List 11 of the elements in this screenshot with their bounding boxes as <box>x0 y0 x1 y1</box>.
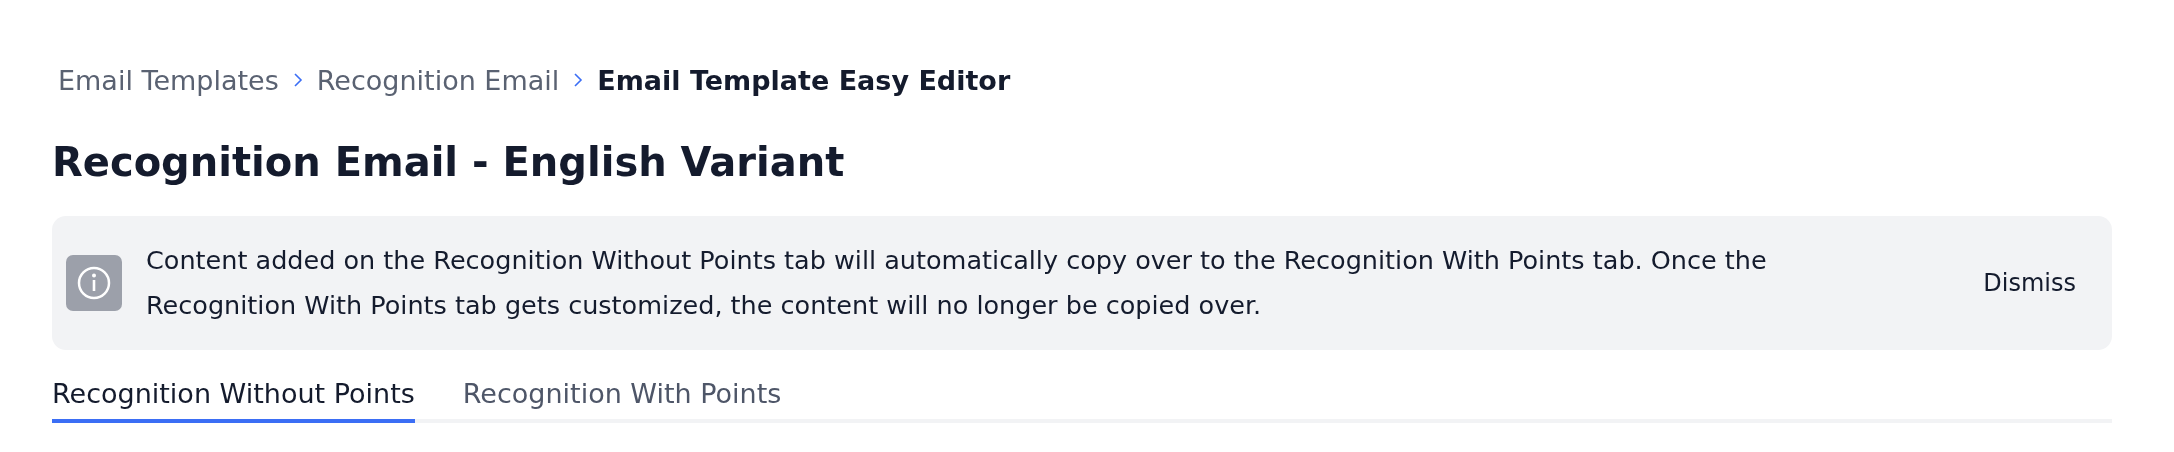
breadcrumb-link[interactable]: Recognition Email <box>316 64 560 96</box>
chevron-right-icon <box>573 72 584 88</box>
breadcrumb-current: Email Template Easy Editor <box>597 64 1011 96</box>
tab[interactable]: Recognition Without Points <box>52 378 415 423</box>
dismiss-button[interactable]: Dismiss <box>1977 265 2082 301</box>
breadcrumb-link[interactable]: Email Templates <box>58 64 279 96</box>
tab[interactable]: Recognition With Points <box>462 378 782 423</box>
page-title: Recognition Email - English Variant <box>52 138 846 187</box>
chevron-right-icon <box>292 72 303 88</box>
info-icon <box>66 255 122 311</box>
banner-message: Content added on the Recognition Without Points tab will automatically copy over to the Recognition With Points tab. Once the Recognition With Points tab gets customized, the content will no longer be copied over. <box>146 244 1768 322</box>
